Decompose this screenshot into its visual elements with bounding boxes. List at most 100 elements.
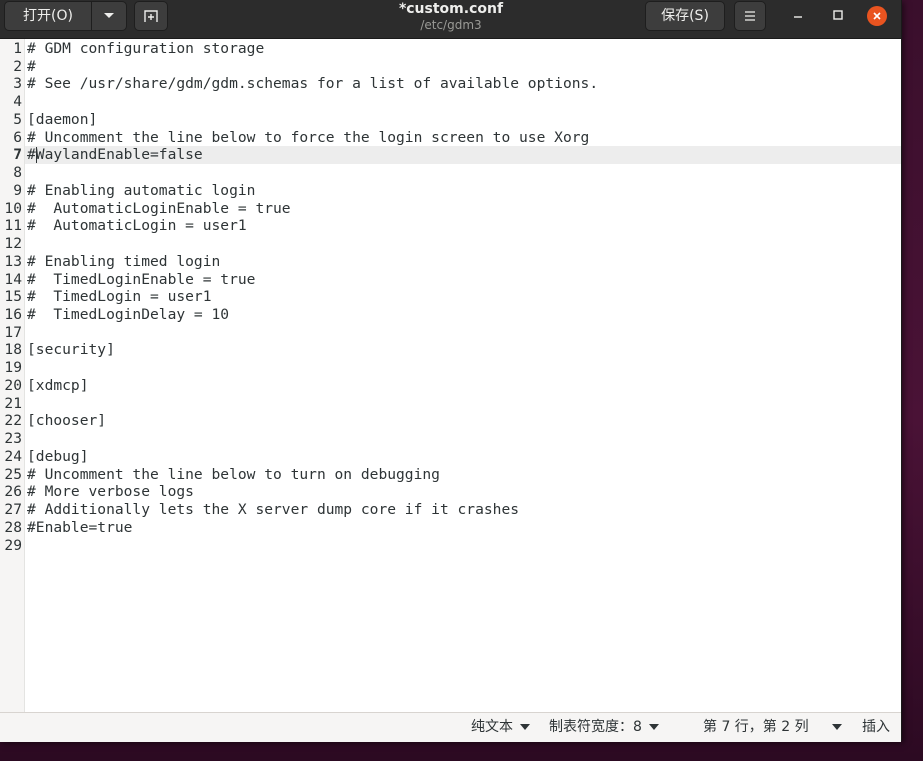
editor-line[interactable]: 20 [xdmcp] (0, 377, 901, 395)
editor-line[interactable]: 2 # (0, 58, 901, 76)
editor-line[interactable]: 25 # Uncomment the line below to turn on … (0, 466, 901, 484)
line-text: # AutomaticLogin = user1 (27, 217, 247, 235)
line-text: [daemon] (27, 110, 98, 128)
insert-mode-indicator[interactable]: 插入 (862, 713, 890, 742)
chevron-down-icon (104, 13, 114, 18)
open-recent-dropdown-button[interactable] (91, 1, 127, 31)
window-title-area: *custom.conf /etc/gdm3 (300, 0, 602, 32)
line-number: 29 (4, 536, 22, 554)
editor-line[interactable]: 12 (0, 235, 901, 253)
editor-line[interactable]: 6 # Uncomment the line below to force the… (0, 129, 901, 147)
line-text: [debug] (27, 447, 89, 465)
editor-line[interactable]: 9 # Enabling automatic login (0, 182, 901, 200)
line-number: 7 (13, 146, 22, 164)
maximize-icon (833, 10, 843, 20)
line-number: 16 (4, 306, 22, 324)
line-text: # Uncomment the line below to force the … (27, 128, 590, 146)
chevron-down-icon (831, 724, 842, 730)
line-text: # Enabling timed login (27, 252, 221, 270)
editor-line[interactable]: 7 #WaylandEnable=false (0, 146, 901, 164)
line-number: 11 (4, 217, 22, 235)
minimize-icon (794, 16, 802, 18)
editor-line[interactable]: 3 # See /usr/share/gdm/gdm.schemas for a … (0, 75, 901, 93)
cursor-position-label: 第 7 行，第 2 列 (703, 719, 809, 735)
open-button[interactable]: 打开(O) (4, 1, 92, 31)
editor-line[interactable]: 28 #Enable=true (0, 519, 901, 537)
line-number: 5 (13, 110, 22, 128)
editor-line[interactable]: 24 [debug] (0, 448, 901, 466)
editor-line[interactable]: 29 (0, 537, 901, 555)
editor-line[interactable]: 26 # More verbose logs (0, 483, 901, 501)
editor-line[interactable]: 1 # GDM configuration storage (0, 40, 901, 58)
line-number: 4 (13, 93, 22, 111)
editor-line[interactable]: 4 (0, 93, 901, 111)
hamburger-menu-icon (745, 11, 755, 21)
editor-line[interactable]: 17 (0, 324, 901, 342)
save-button[interactable]: 保存(S) (645, 1, 725, 31)
line-number: 6 (13, 128, 22, 146)
line-text: # TimedLoginDelay = 10 (27, 306, 230, 324)
line-text: # Additionally lets the X server dump co… (27, 501, 520, 519)
editor-line[interactable]: 13 # Enabling timed login (0, 253, 901, 271)
editor-line[interactable]: 11 # AutomaticLogin = user1 (0, 217, 901, 235)
tab-width-selector[interactable]: 制表符宽度：8 (549, 713, 659, 742)
line-number: 10 (4, 199, 22, 217)
line-number: 13 (4, 252, 22, 270)
editor-line[interactable]: 23 (0, 430, 901, 448)
line-number: 22 (4, 412, 22, 430)
editor-line[interactable]: 14 # TimedLoginEnable = true (0, 271, 901, 289)
close-button[interactable] (867, 6, 887, 26)
line-number: 3 (13, 75, 22, 93)
minimize-button[interactable] (788, 6, 808, 26)
header-bar: 打开(O) *custom.conf /etc/gdm3 保存(S) (0, 0, 901, 39)
language-label: 纯文本 (471, 719, 513, 735)
line-number: 12 (4, 235, 22, 253)
line-text: # AutomaticLoginEnable = true (27, 199, 291, 217)
line-number: 9 (13, 181, 22, 199)
line-text: #Enable=true (27, 518, 133, 536)
editor-line[interactable]: 8 (0, 164, 901, 182)
chevron-down-icon (648, 724, 659, 730)
line-number: 23 (4, 430, 22, 448)
cursor-position-selector[interactable]: 第 7 行，第 2 列 (703, 713, 842, 742)
line-number: 17 (4, 323, 22, 341)
line-text: # See /usr/share/gdm/gdm.schemas for a l… (27, 75, 599, 93)
text-cursor (36, 147, 37, 163)
line-number: 26 (4, 483, 22, 501)
text-editor-window: 打开(O) *custom.conf /etc/gdm3 保存(S) 1 # G… (0, 0, 902, 742)
line-text: # GDM configuration storage (27, 40, 265, 57)
line-text: # (27, 57, 36, 75)
editor-line[interactable]: 5 [daemon] (0, 111, 901, 129)
line-number: 21 (4, 394, 22, 412)
line-text: # TimedLogin = user1 (27, 288, 212, 306)
document-title: *custom.conf (398, 1, 504, 17)
line-text: # More verbose logs (27, 483, 194, 501)
line-text: # Enabling automatic login (27, 181, 256, 199)
line-number: 25 (4, 465, 22, 483)
line-number: 19 (4, 359, 22, 377)
editor-line[interactable]: 22 [chooser] (0, 412, 901, 430)
chevron-down-icon (520, 724, 530, 730)
line-text: [xdmcp] (27, 376, 89, 394)
line-number: 2 (13, 57, 22, 75)
status-bar: 纯文本 制表符宽度：8 第 7 行，第 2 列 插入 (0, 712, 901, 742)
language-selector[interactable]: 纯文本 (471, 713, 530, 742)
new-tab-button[interactable] (134, 1, 168, 31)
document-path: /etc/gdm3 (420, 18, 482, 32)
line-number: 8 (13, 164, 22, 182)
line-number: 28 (4, 518, 22, 536)
editor-line[interactable]: 27 # Additionally lets the X server dump … (0, 501, 901, 519)
editor-line[interactable]: 16 # TimedLoginDelay = 10 (0, 306, 901, 324)
editor-line[interactable]: 15 # TimedLogin = user1 (0, 288, 901, 306)
editor-line[interactable]: 10 # AutomaticLoginEnable = true (0, 200, 901, 218)
editor-line[interactable]: 18 [security] (0, 341, 901, 359)
editor-line[interactable]: 21 (0, 395, 901, 413)
maximize-button[interactable] (828, 6, 848, 26)
line-number: 14 (4, 270, 22, 288)
text-editor-area[interactable]: 1 # GDM configuration storage 2 #3 # See /us… (0, 39, 901, 712)
editor-lines: 1 # GDM configuration storage 2 #3 # See /us… (0, 40, 901, 554)
new-document-icon (144, 10, 158, 22)
editor-line[interactable]: 19 (0, 359, 901, 377)
main-menu-button[interactable] (734, 1, 766, 31)
line-number: 27 (4, 501, 22, 519)
